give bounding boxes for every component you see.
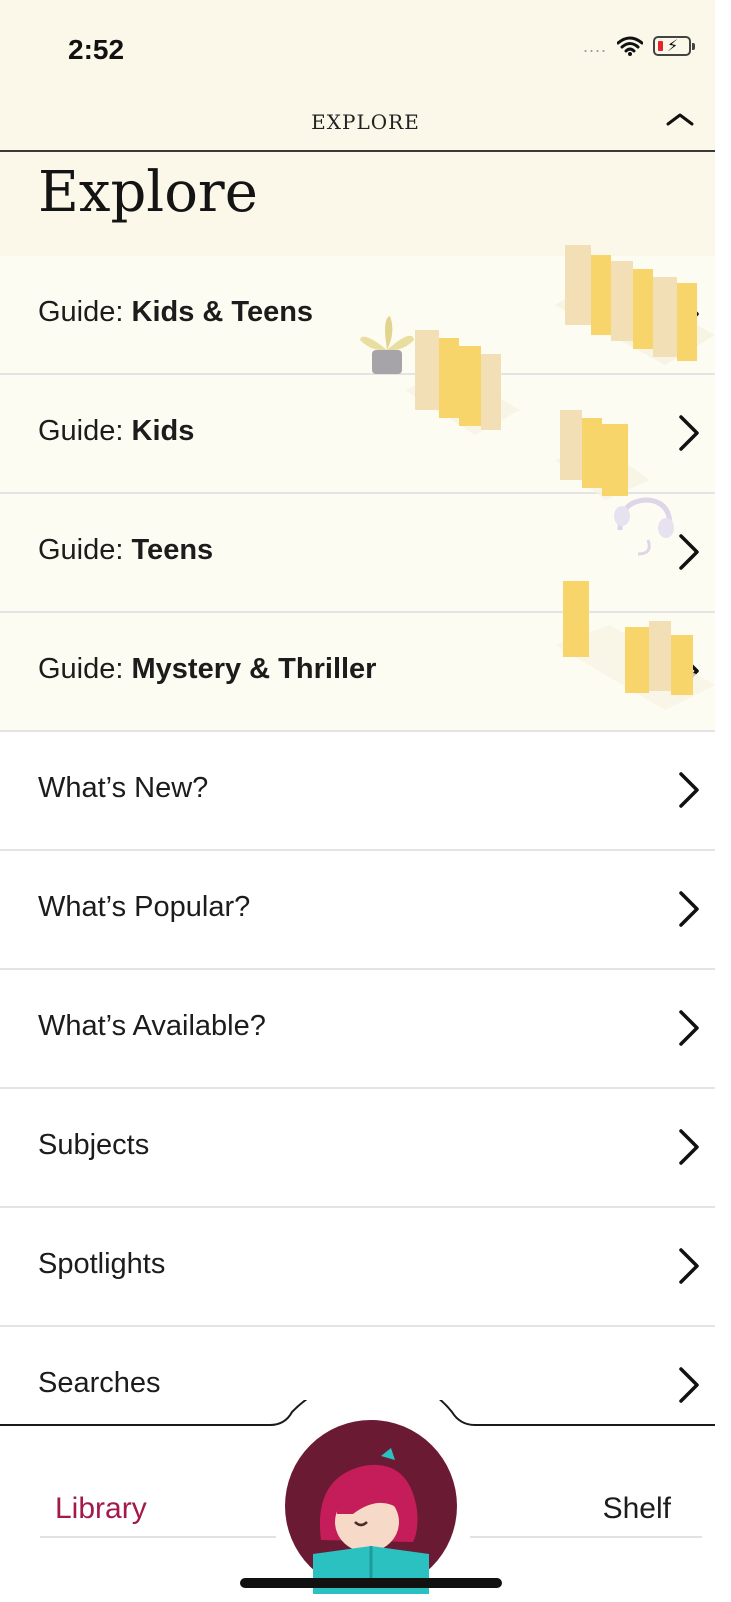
screen-edge [715, 0, 731, 1602]
row-label: Searches [38, 1367, 161, 1399]
tab-shelf[interactable]: Shelf [603, 1492, 671, 1526]
wifi-icon [617, 36, 643, 56]
list-item-subjects[interactable]: Subjects [0, 1089, 731, 1208]
libby-logo-icon[interactable] [283, 1418, 459, 1594]
list-item-guide-kids-teens[interactable]: Guide: Kids & Teens [0, 256, 731, 375]
chevron-right-icon [679, 653, 699, 689]
chevron-right-icon [679, 534, 699, 570]
row-label-lead: Guide: [38, 534, 132, 566]
page-title: Explore [38, 160, 258, 225]
list-item-whats-popular[interactable]: What’s Popular? [0, 851, 731, 970]
row-label: What’s Popular? [38, 891, 251, 923]
row-label-bold: Kids & Teens [131, 296, 314, 328]
list-item-guide-kids[interactable]: Guide: Kids [0, 375, 731, 494]
row-label-lead: Guide: [38, 415, 132, 447]
chevron-right-icon [679, 1248, 699, 1284]
status-time: 2:52 [68, 34, 125, 65]
status-bar: 2:52 .... ⚡ [0, 0, 731, 100]
chevron-right-icon [679, 891, 699, 927]
page-header: Explore [0, 152, 731, 257]
status-icons: .... ⚡ [582, 36, 695, 56]
tab-library[interactable]: Library [55, 1492, 147, 1526]
row-label-bold: Teens [131, 534, 214, 566]
signal-icon: .... [582, 36, 607, 56]
list-item-whats-new[interactable]: What’s New? [0, 732, 731, 851]
list-item-guide-mystery-thriller[interactable]: Guide: Mystery & Thriller [0, 613, 731, 732]
app-screen: 2:52 .... ⚡ EXPLORE Explore Guide: Kids … [0, 0, 731, 1602]
nav-title: EXPLORE [311, 110, 420, 134]
tab-divider [40, 1536, 276, 1538]
row-label: What’s Available? [38, 1010, 266, 1042]
tab-divider [470, 1536, 702, 1538]
home-indicator [240, 1578, 502, 1588]
chevron-right-icon [679, 772, 699, 808]
row-label-bold: Kids [131, 415, 195, 447]
row-label: Spotlights [38, 1248, 166, 1280]
list-item-guide-teens[interactable]: Guide: Teens [0, 494, 731, 613]
chevron-right-icon [679, 1010, 699, 1046]
chevron-right-icon [679, 1129, 699, 1165]
row-label: What’s New? [38, 772, 209, 804]
row-label-bold: Mystery & Thriller [131, 653, 377, 685]
row-label: Subjects [38, 1129, 150, 1161]
chevron-right-icon [679, 296, 699, 332]
chevron-right-icon [679, 415, 699, 451]
chevron-right-icon [679, 1367, 699, 1403]
nav-bar: EXPLORE [0, 100, 731, 152]
list-item-whats-available[interactable]: What’s Available? [0, 970, 731, 1089]
row-label-lead: Guide: [38, 653, 132, 685]
row-label-lead: Guide: [38, 296, 132, 328]
battery-icon: ⚡ [653, 36, 695, 56]
list-item-spotlights[interactable]: Spotlights [0, 1208, 731, 1327]
explore-list: Guide: Kids & Teens Guide: Kids Guide: T… [0, 256, 731, 1446]
chevron-up-icon[interactable] [665, 110, 695, 130]
